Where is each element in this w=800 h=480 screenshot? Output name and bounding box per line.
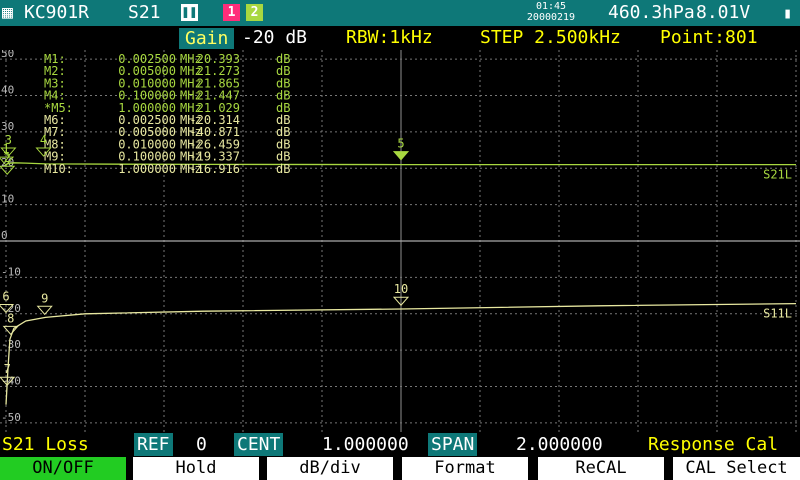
channel-1-badge[interactable]: 1 <box>223 4 240 21</box>
marker-flag-icon <box>392 151 410 161</box>
pressure-readout: 460.3hPa <box>608 2 695 23</box>
trace-chart[interactable]: 50403020100-10-20-30-40-50S21LS11LM1: 0.0… <box>0 50 800 432</box>
marker-flag-label: 5 <box>397 137 404 151</box>
y-tick-label: 50 <box>1 50 14 60</box>
center-label[interactable]: CENT <box>234 433 284 456</box>
center-value: 1.000000 <box>322 434 409 455</box>
pause-icon[interactable]: ❚❚ <box>181 4 198 21</box>
span-value: 2.000000 <box>516 434 603 455</box>
clock: 01:45 20000219 <box>518 1 584 23</box>
y-tick-label: -50 <box>1 411 21 424</box>
series-label-s21l: S21L <box>763 168 792 182</box>
device-icon: ▦ <box>2 2 13 23</box>
ref-label[interactable]: REF <box>134 433 173 456</box>
gain-value: -20 dB <box>242 27 308 48</box>
gain-label[interactable]: Gain <box>179 28 235 49</box>
hold-button[interactable]: Hold <box>133 457 259 480</box>
y-tick-label: -10 <box>1 265 21 278</box>
channel-2-badge[interactable]: 2 <box>246 4 263 21</box>
device-name: KC901R <box>24 2 90 23</box>
marker-flag-label: 3 <box>5 133 12 147</box>
marker-table-cell: M10: <box>44 162 73 176</box>
trace-plot[interactable]: 50 40 30 20 10 0 -10 -20 -30 -40 -50 S21L S11L M1: 0.0… <box>0 50 800 432</box>
marker-table-cell: -16.916 <box>189 162 240 176</box>
marker-flag-label: 7 <box>4 362 11 376</box>
title-bar: ▦ KC901R S21 ❚❚ 1 2 01:45 20000219 460.3… <box>0 0 800 26</box>
rbw-readout: RBW:1kHz <box>346 27 433 48</box>
info-bar: Gain -20 dB RBW:1kHz STEP 2.500kHz Point… <box>0 26 800 50</box>
y-tick-label: 30 <box>1 120 14 133</box>
marker-table-cell: dB <box>276 162 290 176</box>
marker-flag-label: 2 <box>4 151 11 165</box>
marker-flag-label: 10 <box>394 282 408 296</box>
marker-flag-label: 9 <box>41 291 48 305</box>
cal-select-button[interactable]: CAL Select <box>673 457 800 480</box>
marker-flag-icon <box>36 305 53 316</box>
y-tick-label: 40 <box>1 83 14 96</box>
measurement-mode: S21 <box>128 2 161 23</box>
marker-flag-label: 8 <box>7 311 14 325</box>
marker-flag-label: 4 <box>40 133 47 147</box>
marker-flag-label: 6 <box>2 289 9 303</box>
voltage-readout: 8.01V <box>696 2 751 23</box>
mode-label: S21 Loss <box>2 434 89 455</box>
status-bar: S21 Loss REF 0 CENT 1.000000 SPAN 2.0000… <box>0 433 800 456</box>
recal-button[interactable]: ReCAL <box>538 457 664 480</box>
marker-table-cell: 1.000000 <box>118 162 176 176</box>
format-button[interactable]: Format <box>402 457 528 480</box>
step-readout: STEP 2.500kHz <box>480 27 621 48</box>
y-tick-label: 0 <box>1 229 8 242</box>
db-div-button[interactable]: dB/div <box>267 457 393 480</box>
softkey-bar: ON/OFF Hold dB/div Format ReCAL CAL Sele… <box>0 457 800 480</box>
clock-time: 01:45 <box>535 1 567 12</box>
series-label-s11l: S11L <box>763 307 792 321</box>
clock-date: 20000219 <box>526 12 576 23</box>
battery-icon: ▮ <box>783 4 793 22</box>
y-tick-label: 10 <box>1 193 14 206</box>
span-label[interactable]: SPAN <box>428 433 478 456</box>
calibration-status: Response Cal <box>648 434 779 455</box>
y-tick-label: -30 <box>1 338 21 351</box>
points-readout: Point:801 <box>660 27 758 48</box>
ref-value: 0 <box>196 434 207 455</box>
on-off-button[interactable]: ON/OFF <box>0 457 126 480</box>
